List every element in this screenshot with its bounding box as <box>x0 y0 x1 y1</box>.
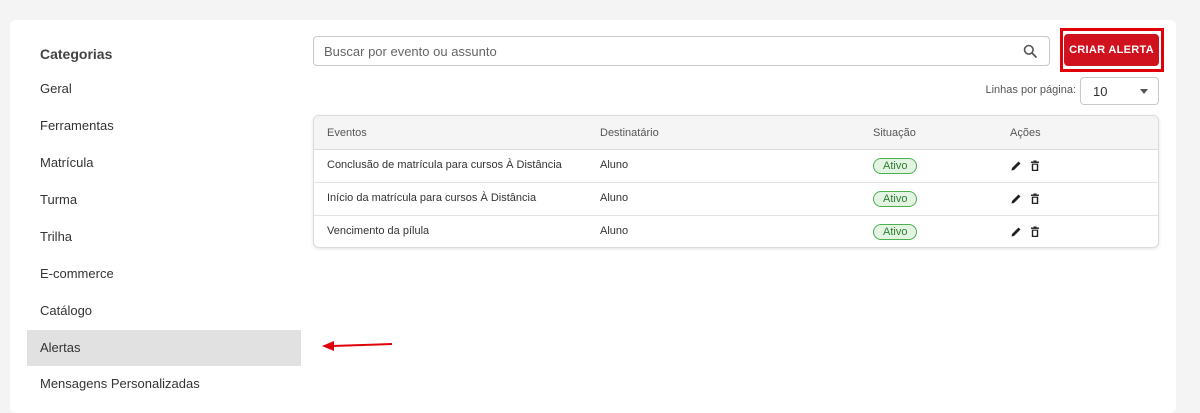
pencil-icon[interactable] <box>1010 193 1022 205</box>
table-row: Conclusão de matrícula para cursos À Dis… <box>314 150 1158 183</box>
pencil-icon[interactable] <box>1010 226 1022 238</box>
rows-per-page-value: 10 <box>1093 84 1108 99</box>
sidebar-item-catalogo[interactable]: Catálogo <box>27 293 301 329</box>
event-cell: Início da matrícula para cursos À Distân… <box>327 192 537 204</box>
status-badge: Ativo <box>873 191 918 207</box>
trash-icon[interactable] <box>1029 226 1041 238</box>
event-cell: Vencimento da pílula <box>327 225 430 237</box>
sidebar-item-turma[interactable]: Turma <box>27 182 301 218</box>
column-header-acoes: Ações <box>1010 127 1041 139</box>
sidebar-item-label: E-commerce <box>40 266 114 281</box>
create-alert-button[interactable]: CRIAR ALERTA <box>1064 34 1159 66</box>
column-header-destinatario[interactable]: Destinatário <box>600 127 659 139</box>
arrow-left-icon <box>322 341 393 351</box>
sidebar-item-label: Trilha <box>40 229 73 244</box>
sidebar-item-label: Geral <box>40 81 72 96</box>
sidebar-item-label: Mensagens Personalizadas <box>40 376 200 391</box>
recipient-cell: Aluno <box>600 225 629 237</box>
sidebar-item-alertas[interactable]: Alertas <box>27 330 301 366</box>
sidebar-item-label: Catálogo <box>40 303 93 318</box>
event-cell: Conclusão de matrícula para cursos À Dis… <box>327 159 562 171</box>
chevron-down-icon <box>1140 89 1148 94</box>
alerts-table: Eventos Destinatário Situação Ações Conc… <box>313 115 1159 248</box>
pencil-icon[interactable] <box>1010 160 1022 172</box>
sidebar-item-label: Turma <box>40 192 78 207</box>
table-row: Início da matrícula para cursos À Distân… <box>314 183 1158 216</box>
rows-per-page-label: Linhas por página: <box>985 84 1076 96</box>
search-input[interactable] <box>324 37 1004 65</box>
sidebar-item-label: Ferramentas <box>40 118 114 133</box>
search-field <box>313 36 1050 66</box>
sidebar-item-ecommerce[interactable]: E-commerce <box>27 256 301 292</box>
status-badge: Ativo <box>873 224 918 240</box>
column-header-situacao[interactable]: Situação <box>873 127 916 139</box>
table-row: Vencimento da pílula Aluno Ativo <box>314 216 1158 247</box>
sidebar-item-matricula[interactable]: Matrícula <box>27 145 301 181</box>
sidebar-item-ferramentas[interactable]: Ferramentas <box>27 108 301 144</box>
sidebar-item-geral[interactable]: Geral <box>27 71 301 107</box>
sidebar-item-label: Matrícula <box>40 155 94 170</box>
sidebar-item-label: Alertas <box>40 340 81 355</box>
sidebar-title: Categorias <box>40 46 113 62</box>
rows-per-page-select[interactable]: 10 <box>1080 77 1159 105</box>
recipient-cell: Aluno <box>600 159 629 171</box>
sidebar-item-trilha[interactable]: Trilha <box>27 219 301 255</box>
sidebar-item-mensagens-personalizadas[interactable]: Mensagens Personalizadas <box>27 366 301 402</box>
search-icon[interactable] <box>1023 44 1037 58</box>
trash-icon[interactable] <box>1029 193 1041 205</box>
trash-icon[interactable] <box>1029 160 1041 172</box>
table-header: Eventos Destinatário Situação Ações <box>314 116 1158 150</box>
recipient-cell: Aluno <box>600 192 629 204</box>
column-header-eventos[interactable]: Eventos <box>327 127 367 139</box>
status-badge: Ativo <box>873 158 918 174</box>
